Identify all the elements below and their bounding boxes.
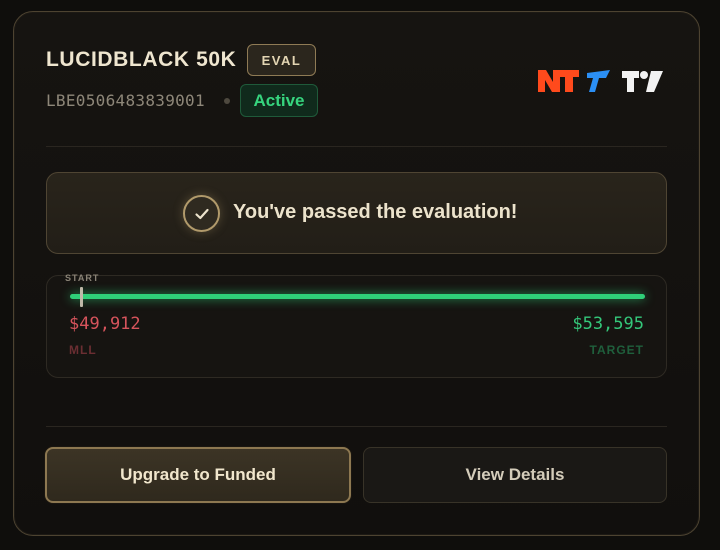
progress-track xyxy=(70,294,645,299)
mll-label: MLL xyxy=(69,343,97,357)
account-type-badge: EVAL xyxy=(247,44,316,76)
start-label: START xyxy=(65,273,100,283)
upgrade-to-funded-button[interactable]: Upgrade to Funded xyxy=(45,447,351,503)
header-divider xyxy=(46,146,667,147)
check-circle-icon xyxy=(183,195,220,232)
target-label: TARGET xyxy=(589,343,644,357)
mll-value: $49,912 xyxy=(69,314,141,334)
platform-logos xyxy=(538,70,663,92)
banner-message: You've passed the evaluation! xyxy=(233,201,518,223)
ninjatrader-icon xyxy=(538,70,579,92)
status-badge: Active xyxy=(240,84,318,117)
start-marker xyxy=(80,287,83,307)
tradingview-icon xyxy=(622,71,663,92)
account-id: LBE0506483839001 xyxy=(46,91,205,110)
separator-dot xyxy=(224,98,230,104)
progress-fill xyxy=(70,294,645,299)
view-details-button[interactable]: View Details xyxy=(363,447,667,503)
account-name: LUCIDBLACK 50K xyxy=(46,48,237,71)
checkmark-icon xyxy=(194,208,209,219)
target-value: $53,595 xyxy=(572,314,644,334)
tradovate-icon xyxy=(587,70,610,92)
actions-divider xyxy=(46,426,667,427)
